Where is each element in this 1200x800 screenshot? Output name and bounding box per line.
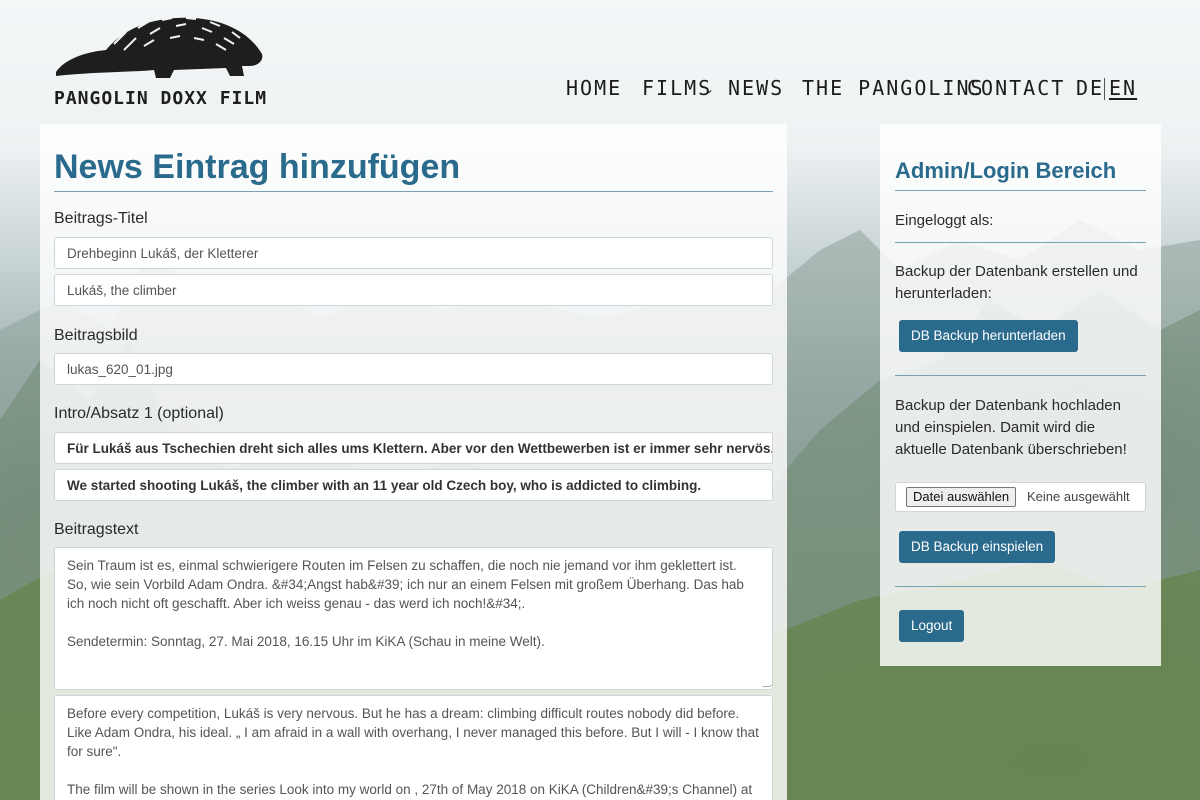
admin-sidebar: Admin/Login Bereich Eingeloggt als: Back…: [880, 124, 1161, 666]
chevron-down-icon[interactable]: ⌄: [704, 82, 714, 96]
backup-upload-text: Backup der Datenbank hochladen und einsp…: [895, 397, 1127, 458]
brand-logo[interactable]: PANGOLIN DOXX FILM: [54, 10, 268, 109]
image-label: Beitragsbild: [54, 327, 138, 344]
divider: [895, 242, 1146, 243]
backup-download-text: Backup der Datenbank erstellen und herun…: [895, 263, 1138, 302]
pangolin-logo-icon: [56, 17, 263, 78]
sidebar-title: Admin/Login Bereich: [895, 158, 1146, 191]
body-de-textarea[interactable]: Sein Traum ist es, einmal schwierigere R…: [54, 547, 773, 690]
divider: [895, 375, 1146, 376]
title-label: Beitrags-Titel: [54, 210, 148, 227]
lang-en[interactable]: EN: [1109, 76, 1137, 100]
db-backup-upload-button[interactable]: DB Backup einspielen: [899, 531, 1056, 563]
image-input[interactable]: lukas_620_01.jpg: [54, 353, 773, 385]
intro-en-input[interactable]: We started shooting Lukáš, the climber w…: [54, 469, 773, 501]
backup-file-input[interactable]: Datei auswählen Keine ausgewählt: [895, 482, 1146, 512]
title-de-input[interactable]: Drehbeginn Lukáš, der Kletterer: [54, 237, 773, 269]
divider: [895, 586, 1146, 587]
resize-handle-icon[interactable]: [762, 679, 772, 687]
nav-home[interactable]: HOME: [566, 76, 622, 100]
body-label: Beitragstext: [54, 521, 139, 538]
choose-file-button[interactable]: Datei auswählen: [906, 487, 1017, 507]
nav-the-pangolins[interactable]: THE PANGOLINS: [802, 76, 985, 100]
logo-text: PANGOLIN DOXX FILM: [54, 88, 268, 109]
intro-de-input[interactable]: Für Lukáš aus Tschechien dreht sich alle…: [54, 432, 773, 464]
nav-films[interactable]: FILMS: [642, 76, 712, 100]
nav-news[interactable]: NEWS: [728, 76, 784, 100]
body-en-textarea[interactable]: Before every competition, Lukáš is very …: [54, 695, 773, 800]
nav-contact[interactable]: CONTACT: [967, 76, 1065, 100]
logged-in-label: Eingeloggt als:: [895, 212, 994, 229]
lang-de[interactable]: DE: [1076, 76, 1104, 100]
logout-button[interactable]: Logout: [899, 610, 965, 642]
page-title: News Eintrag hinzufügen: [54, 148, 773, 192]
site-header: PANGOLIN DOXX FILM HOME FILMS ⌄ NEWS THE…: [0, 0, 1200, 120]
intro-label: Intro/Absatz 1 (optional): [54, 405, 224, 422]
body-de-text: Sein Traum ist es, einmal schwierigere R…: [67, 558, 744, 649]
file-status: Keine ausgewählt: [1027, 489, 1130, 504]
body-en-text: Before every competition, Lukáš is very …: [67, 706, 759, 797]
db-backup-download-button[interactable]: DB Backup herunterladen: [899, 320, 1078, 352]
title-en-input[interactable]: Lukáš, the climber: [54, 274, 773, 306]
news-form-panel: News Eintrag hinzufügen Beitrags-Titel D…: [40, 124, 787, 800]
lang-separator: [1104, 78, 1105, 100]
